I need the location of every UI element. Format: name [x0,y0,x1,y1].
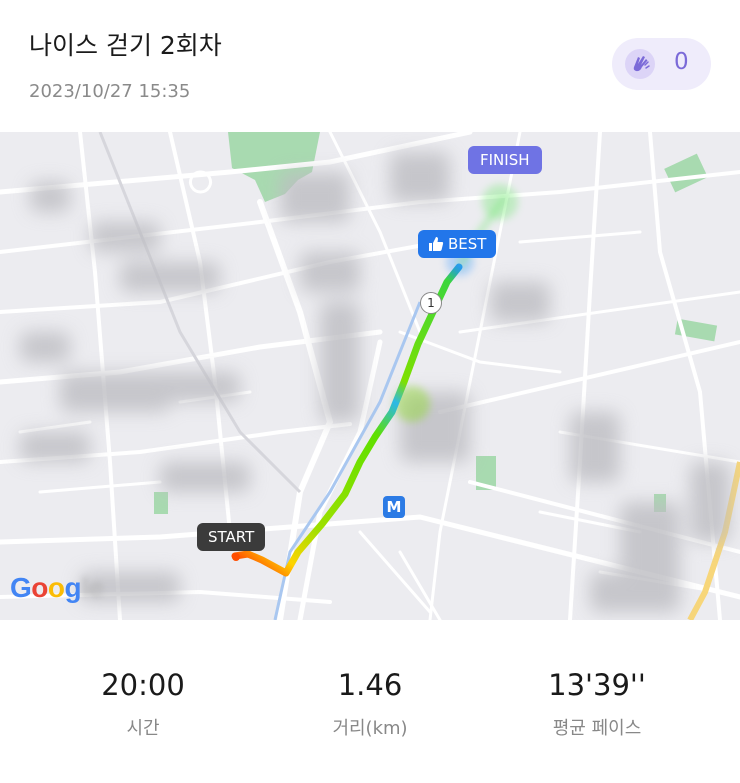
stat-pace: 13'39'' 평균 페이스 [474,668,720,740]
km-marker: 1 [420,292,442,314]
clap-count: 0 [674,49,689,75]
best-marker[interactable]: BEST [418,230,497,258]
stat-distance: 1.46 거리(km) [247,668,493,740]
stat-pace-value: 13'39'' [548,668,646,702]
stat-time-label: 시간 [126,718,160,739]
google-logo: Google [10,572,104,603]
activity-datetime: 2023/10/27 15:35 [29,81,191,102]
route-map[interactable]: Google FINISH BEST START 1 M [0,132,740,620]
stat-time-value: 20:00 [101,668,185,702]
activity-title: 나이스 걷기 2회차 [29,31,222,60]
stat-distance-value: 1.46 [337,668,403,702]
clap-button[interactable]: 0 [612,38,711,90]
best-label: BEST [448,235,487,253]
metro-icon: M [383,496,405,518]
stat-time: 20:00 시간 [20,668,266,740]
stat-distance-label: 거리(km) [332,718,408,739]
start-point [232,553,240,561]
stat-pace-label: 평균 페이스 [552,718,642,739]
finish-marker[interactable]: FINISH [468,146,542,174]
start-marker[interactable]: START [197,523,266,551]
thumbs-up-icon [429,237,444,251]
clap-hands-icon [625,49,655,79]
